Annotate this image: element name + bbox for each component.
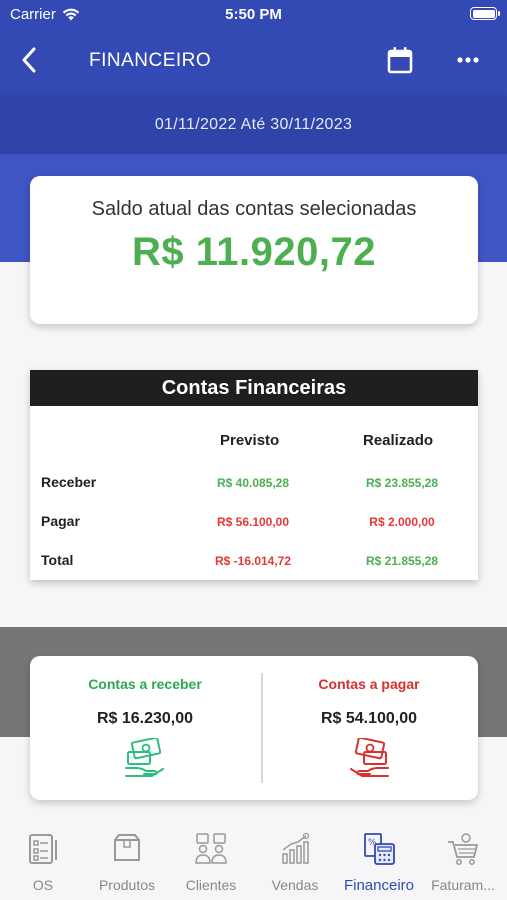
tab-os[interactable]: OS: [1, 832, 85, 893]
contas-a-pagar-button[interactable]: Contas a pagar R$ 54.100,00: [269, 676, 469, 783]
cart-icon: [448, 833, 478, 865]
bottom-tab-bar: OS Produtos Clientes Vendas % Financeiro…: [0, 822, 507, 900]
row-label-pagar: Pagar: [41, 513, 80, 529]
clients-icon: [195, 833, 227, 864]
chevron-left-icon: [22, 47, 36, 73]
row-label-total: Total: [41, 552, 74, 568]
battery-icon: [470, 7, 500, 20]
receber-pagar-card: Contas a receber R$ 16.230,00 Contas a p…: [30, 656, 478, 800]
contas-a-receber-button[interactable]: Contas a receber R$ 16.230,00: [45, 676, 245, 783]
saldo-card: Saldo atual das contas selecionadas R$ 1…: [30, 176, 478, 324]
tab-label: OS: [32, 877, 54, 893]
receber-realizado: R$ 23.855,28: [365, 476, 439, 490]
column-header-previsto: Previsto: [220, 432, 280, 449]
calendar-button[interactable]: [384, 44, 416, 76]
calculator-icon: %: [364, 833, 395, 865]
status-bar: Carrier 5:50 PM: [0, 0, 507, 30]
more-horizontal-icon: [457, 57, 479, 63]
row-label-receber: Receber: [41, 474, 97, 490]
column-header-realizado: Realizado: [363, 432, 434, 449]
page-title: FINANCEIRO: [89, 50, 212, 71]
pagar-previsto: R$ 56.100,00: [216, 515, 290, 529]
card-divider: [261, 673, 263, 783]
navigation-bar: FINANCEIRO: [0, 30, 507, 90]
box-icon: [114, 834, 140, 861]
checklist-icon: [29, 834, 57, 864]
tab-label: Vendas: [271, 877, 319, 893]
calendar-icon: [387, 47, 413, 74]
sales-chart-icon: [282, 832, 310, 864]
contas-financeiras-table: Contas Financeiras Previsto Realizado Re…: [30, 370, 478, 580]
pagar-value: R$ 54.100,00: [320, 710, 418, 727]
tab-clientes[interactable]: Clientes: [169, 832, 253, 893]
tab-label: Produtos: [98, 877, 156, 893]
tab-financeiro[interactable]: % Financeiro: [337, 832, 421, 894]
saldo-value: R$ 11.920,72: [132, 230, 376, 274]
date-range-label: 01/11/2022 Até 30/11/2023: [154, 116, 353, 133]
tab-label: Clientes: [185, 877, 237, 893]
receber-value: R$ 16.230,00: [96, 710, 194, 727]
table-title: Contas Financeiras: [30, 370, 478, 406]
status-time: 5:50 PM: [225, 6, 282, 23]
receber-previsto: R$ 40.085,28: [216, 476, 290, 490]
cash-receive-icon: [125, 736, 164, 777]
total-realizado: R$ 21.855,28: [365, 554, 439, 568]
tab-label: Faturam...: [431, 877, 495, 893]
pagar-title: Contas a pagar: [318, 676, 420, 692]
tab-faturamento[interactable]: Faturam...: [421, 832, 505, 893]
app-header: Carrier 5:50 PM FINANCEIRO: [0, 0, 507, 96]
back-button[interactable]: [14, 44, 44, 76]
total-previsto: R$ -16.014,72: [214, 554, 292, 568]
more-options-button[interactable]: [452, 44, 484, 76]
tab-produtos[interactable]: Produtos: [85, 832, 169, 893]
saldo-label: Saldo atual das contas selecionadas: [91, 198, 417, 220]
date-filter-band[interactable]: 01/11/2022 Até 30/11/2023: [0, 96, 507, 154]
cash-pay-icon: [350, 736, 389, 777]
tab-label: Financeiro: [343, 877, 415, 894]
receber-title: Contas a receber: [88, 676, 202, 692]
pagar-realizado: R$ 2.000,00: [369, 515, 435, 529]
tab-vendas[interactable]: Vendas: [253, 832, 337, 893]
